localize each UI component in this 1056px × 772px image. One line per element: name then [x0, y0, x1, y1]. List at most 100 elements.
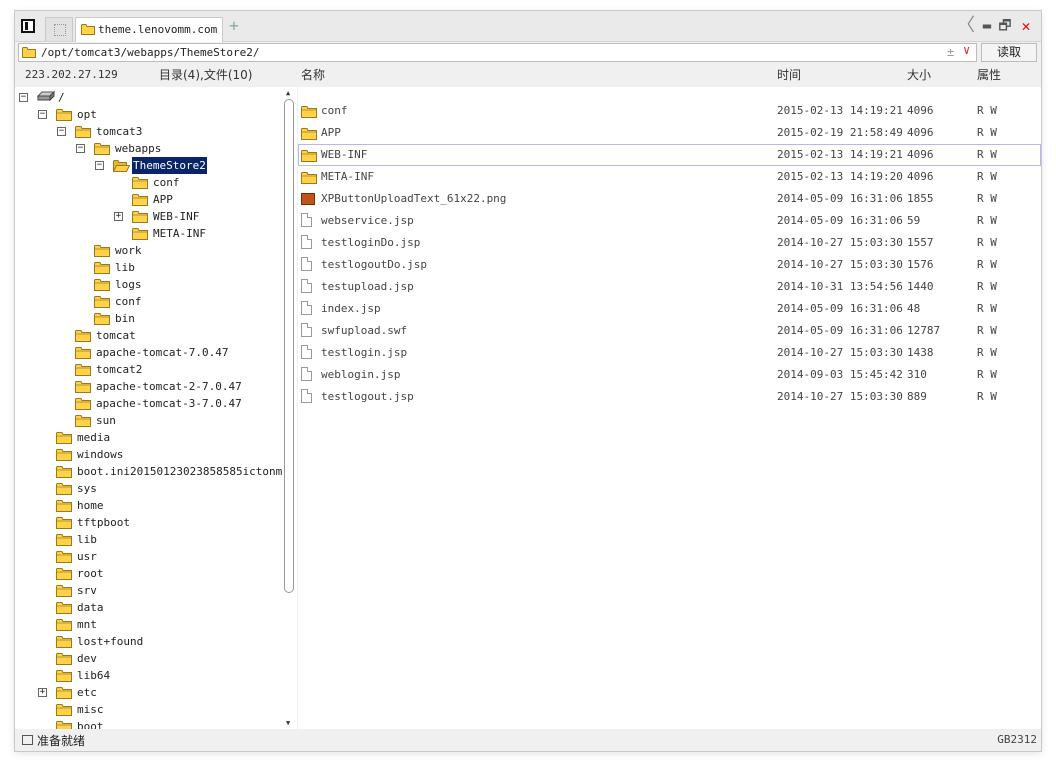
- minimize-icon[interactable]: ▬: [979, 17, 995, 35]
- file-icon: [301, 389, 312, 405]
- tree-item-label: boot: [77, 720, 104, 729]
- path-input[interactable]: /opt/tomcat3/webapps/ThemeStore2/ ± ∨: [18, 43, 977, 62]
- folder-icon: [75, 380, 91, 393]
- file-row[interactable]: testlogin.jsp 2014-10-27 15:03:30 1438 R W: [298, 342, 1041, 364]
- new-tab-button[interactable]: +: [227, 18, 241, 34]
- scroll-up-icon[interactable]: ▲: [286, 89, 290, 97]
- file-row[interactable]: XPButtonUploadText_61x22.png 2014-05-09 1…: [298, 188, 1041, 210]
- file-attr: R W: [977, 148, 997, 161]
- file-attr: R W: [977, 280, 997, 293]
- folder-icon: [56, 618, 72, 631]
- folder-icon: [132, 227, 148, 240]
- folder-icon: [56, 720, 72, 729]
- file-time: 2014-05-09 16:31:06: [777, 324, 903, 337]
- file-time: 2014-05-09 16:31:06: [777, 192, 903, 205]
- folder-icon: [132, 176, 148, 189]
- folder-icon: [56, 482, 72, 495]
- file-size: 4096: [907, 126, 934, 139]
- file-row[interactable]: index.jsp 2014-05-09 16:31:06 48 R W: [298, 298, 1041, 320]
- scroll-down-icon[interactable]: ▼: [286, 719, 290, 727]
- file-attr: R W: [977, 236, 997, 249]
- file-attr: R W: [977, 346, 997, 359]
- file-name: weblogin.jsp: [321, 368, 401, 381]
- tree-item-label: logs: [115, 278, 142, 291]
- file-name: index.jsp: [321, 302, 381, 315]
- close-icon[interactable]: ✕: [1018, 17, 1034, 35]
- file-attr: R W: [977, 126, 997, 139]
- back-icon[interactable]: 〈: [957, 17, 975, 35]
- tree-item-label: webapps: [115, 142, 162, 155]
- tree-item-label: etc: [77, 686, 97, 699]
- tree-item-label: tomcat2: [96, 363, 143, 376]
- status-icon: [22, 735, 33, 745]
- file-time: 2014-05-09 16:31:06: [777, 214, 903, 227]
- folder-icon: [56, 550, 72, 563]
- folder-icon: [56, 669, 72, 682]
- tree-item-label: lib: [115, 261, 135, 274]
- expand-icon[interactable]: +: [114, 212, 123, 221]
- scrollbar-thumb[interactable]: [284, 99, 294, 593]
- folder-icon: [94, 278, 110, 291]
- tree-item-label: lib: [77, 533, 97, 546]
- tab-bar: theme.lenovomm.com + 〈 ▬ 🗗 ✕: [15, 11, 1041, 42]
- expand-icon[interactable]: +: [38, 688, 47, 697]
- file-size: 59: [907, 214, 921, 227]
- restore-icon[interactable]: 🗗: [997, 17, 1013, 35]
- file-attr: R W: [977, 170, 997, 183]
- file-row[interactable]: testlogoutDo.jsp 2014-10-27 15:03:30 1576 R…: [298, 254, 1041, 276]
- tree-item-label: ThemeStore2: [132, 157, 207, 174]
- chevron-down-icon[interactable]: ∨: [963, 43, 970, 57]
- folder-icon: [75, 397, 91, 410]
- tab-blank[interactable]: [45, 17, 73, 41]
- file-row[interactable]: APP 2015-02-19 21:58:49 4096 R W: [298, 122, 1041, 144]
- file-attr: R W: [977, 324, 997, 337]
- collapse-icon[interactable]: −: [95, 161, 104, 170]
- folder-icon: [132, 193, 148, 206]
- column-header-time[interactable]: 时间: [777, 66, 801, 84]
- file-row[interactable]: conf 2015-02-13 14:19:21 4096 R W: [298, 100, 1041, 122]
- plusminus-icon[interactable]: ±: [947, 45, 954, 59]
- collapse-icon[interactable]: −: [76, 144, 85, 153]
- tree-item-label: lost+found: [77, 635, 144, 648]
- folder-icon: [56, 686, 72, 699]
- column-header-name[interactable]: 名称: [301, 66, 325, 84]
- file-size: 1855: [907, 192, 934, 205]
- column-header-attr[interactable]: 属性: [977, 66, 1001, 84]
- tree-item-label: dev: [77, 652, 97, 665]
- file-row[interactable]: weblogin.jsp 2014-09-03 15:45:42 310 R W: [298, 364, 1041, 386]
- tree-item-label: apache-tomcat-2-7.0.47: [96, 380, 242, 393]
- file-name: conf: [321, 104, 348, 117]
- tree-item-label: tomcat3: [96, 125, 143, 138]
- file-size: 48: [907, 302, 921, 315]
- file-row[interactable]: testupload.jsp 2014-10-31 13:54:56 1440 R W: [298, 276, 1041, 298]
- folder-open-icon: [113, 159, 130, 172]
- file-row[interactable]: testlogout.jsp 2014-10-27 15:03:30 889 R W: [298, 386, 1041, 408]
- column-header-size[interactable]: 大小: [907, 66, 931, 84]
- tab-active[interactable]: theme.lenovomm.com: [75, 17, 223, 42]
- file-row[interactable]: swfupload.swf 2014-05-09 16:31:06 12787 R W: [298, 320, 1041, 342]
- folder-icon: [94, 312, 110, 325]
- tree-item-label: misc: [77, 703, 104, 716]
- file-time: 2014-05-09 16:31:06: [777, 302, 903, 315]
- file-name: testlogoutDo.jsp: [321, 258, 427, 271]
- directory-tree: − / − opt − tomcat3 − webapps − ThemeStore2 conf AP…: [15, 87, 297, 729]
- file-name: META-INF: [321, 170, 374, 183]
- file-icon: [301, 257, 312, 273]
- file-time: 2015-02-13 14:19:21: [777, 104, 903, 117]
- collapse-icon[interactable]: −: [19, 93, 28, 102]
- collapse-icon[interactable]: −: [57, 127, 66, 136]
- file-row[interactable]: testloginDo.jsp 2014-10-27 15:03:30 1557 R …: [298, 232, 1041, 254]
- folder-icon: [56, 635, 72, 648]
- file-icon: [301, 301, 312, 317]
- collapse-icon[interactable]: −: [38, 110, 47, 119]
- file-row[interactable]: WEB-INF 2015-02-13 14:19:21 4096 R W: [298, 144, 1041, 166]
- read-button[interactable]: 读取: [981, 43, 1037, 62]
- folder-icon: [56, 567, 72, 580]
- file-row[interactable]: webservice.jsp 2014-05-09 16:31:06 59 R W: [298, 210, 1041, 232]
- sidebar-toggle-icon[interactable]: [21, 19, 35, 33]
- folder-icon: [22, 46, 36, 58]
- tree-item-label: media: [77, 431, 111, 444]
- tree-item-label: /: [58, 91, 65, 104]
- tree-scrollbar[interactable]: ▲ ▼: [283, 87, 297, 729]
- file-row[interactable]: META-INF 2015-02-13 14:19:20 4096 R W: [298, 166, 1041, 188]
